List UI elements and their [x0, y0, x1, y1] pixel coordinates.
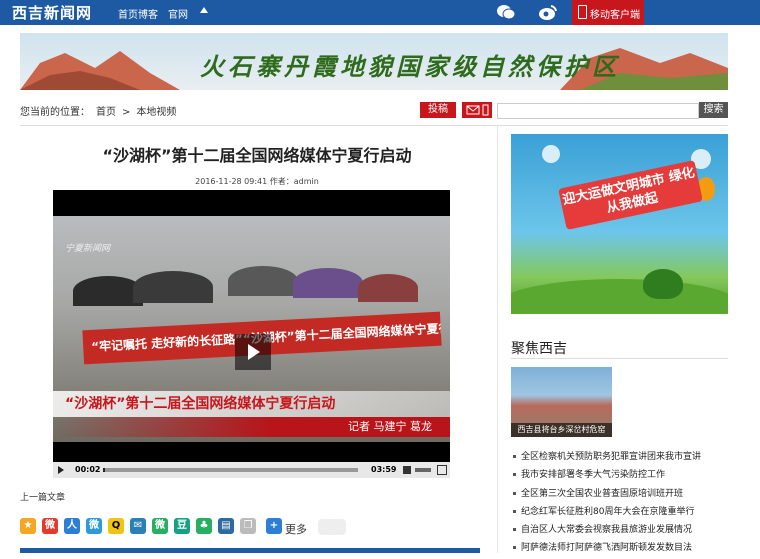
- breadcrumb-current[interactable]: 本地视频: [136, 107, 176, 118]
- caret-up-icon[interactable]: [200, 7, 208, 13]
- email-share-icon[interactable]: ✉: [130, 518, 146, 534]
- clover-icon[interactable]: ♣: [196, 518, 212, 534]
- submit-article-button[interactable]: 投稿: [420, 102, 456, 118]
- site-logo[interactable]: 西吉新闻网: [12, 2, 92, 23]
- nav-official[interactable]: 官网: [168, 6, 188, 21]
- news-item[interactable]: 自治区人大常委会视察我县旅游业发展情况: [511, 522, 728, 540]
- video-controls: 00:02 03:59: [53, 462, 450, 478]
- focus-section-title: 聚焦西吉: [511, 341, 567, 357]
- divider: [20, 125, 728, 126]
- search-button[interactable]: 搜索: [699, 102, 728, 118]
- bottom-bar: [20, 548, 480, 553]
- news-item[interactable]: 纪念红军长征胜利80周年大会在京隆重举行: [511, 504, 728, 522]
- ad-decoration: [511, 145, 728, 314]
- focus-divider: [511, 358, 728, 359]
- video-caption: “沙湖杯”第十二届全国网络媒体宁夏行启动: [53, 391, 450, 417]
- breadcrumb-separator: >: [122, 107, 131, 118]
- column-divider: [497, 126, 498, 553]
- focus-image[interactable]: 西吉县将台乡深岔村危窑: [511, 367, 612, 437]
- sidebar-ad[interactable]: 迎大运做文明城市 绿化从我做起: [511, 134, 728, 314]
- play-overlay-icon[interactable]: [235, 334, 271, 370]
- news-item[interactable]: 全区第三次全国农业普查固原培训班开班: [511, 486, 728, 504]
- article-title: “沙湖杯”第十二届全国网络媒体宁夏行启动: [102, 146, 412, 165]
- video-reporter: 记者 马建宁 葛龙: [53, 417, 450, 437]
- copy-icon[interactable]: ❐: [240, 518, 256, 534]
- focus-caption[interactable]: 西吉县将台乡深岔村危窑: [511, 423, 612, 437]
- weibo-icon[interactable]: [538, 3, 558, 21]
- renren-icon[interactable]: 人: [64, 518, 80, 534]
- progress-track[interactable]: [103, 468, 358, 472]
- previous-article-link[interactable]: 上一篇文章: [20, 490, 65, 503]
- wechat-share-icon[interactable]: 微: [152, 518, 168, 534]
- volume-icon[interactable]: [403, 466, 411, 474]
- banner-text: 火石寨丹霞地貌国家级自然保护区: [200, 52, 620, 81]
- breadcrumb: 您当前的位置： 首页 > 本地视频: [20, 103, 182, 118]
- mail-icon[interactable]: [462, 102, 492, 118]
- top-bar: 西吉新闻网 首页 博客 官网 移动客户端: [0, 0, 760, 25]
- search-input[interactable]: [497, 103, 699, 119]
- douban-icon[interactable]: 豆: [174, 518, 190, 534]
- duration: 03:59: [371, 465, 397, 474]
- tree-illustration: [643, 269, 683, 299]
- tencent-weibo-icon[interactable]: 微: [86, 518, 102, 534]
- volume-slider[interactable]: [415, 468, 431, 472]
- qq-icon[interactable]: Q: [108, 518, 124, 534]
- sina-weibo-icon[interactable]: 微: [42, 518, 58, 534]
- news-list: 全区检察机关预防职务犯罪宣讲团来我市宣讲 我市安排部署冬季大气污染防控工作 全区…: [511, 449, 728, 559]
- header-banner[interactable]: 火石寨丹霞地貌国家级自然保护区: [20, 33, 728, 90]
- print-icon[interactable]: ▤: [218, 518, 234, 534]
- share-count: [318, 519, 346, 535]
- news-item[interactable]: 我市安排部署冬季大气污染防控工作: [511, 467, 728, 485]
- video-frame[interactable]: 宁夏新闻网 “牢记嘱托 走好新的长征路”“沙湖杯”第十二届全国网络媒体宁夏行 “…: [53, 216, 450, 442]
- wechat-icon[interactable]: [496, 3, 516, 21]
- news-item[interactable]: 阿萨德法师打阿萨德飞洒阿斯顿发发数目法: [511, 540, 728, 558]
- phone-icon: [578, 5, 587, 19]
- breadcrumb-prefix: 您当前的位置：: [20, 107, 90, 118]
- progress-fill: [103, 468, 106, 472]
- news-item[interactable]: 全区检察机关预防职务犯罪宣讲团来我市宣讲: [511, 449, 728, 467]
- article-meta: 2016-11-28 09:41 作者：admin: [195, 177, 319, 186]
- nav-home[interactable]: 首页: [118, 6, 138, 21]
- current-time: 00:02: [75, 465, 101, 474]
- video-watermark: 宁夏新闻网: [65, 244, 111, 254]
- more-share-label[interactable]: 更多: [285, 521, 307, 537]
- fullscreen-icon[interactable]: [437, 465, 447, 475]
- mobile-client-label: 移动客户端: [590, 10, 640, 21]
- video-player[interactable]: 宁夏新闻网 “牢记嘱托 走好新的长征路”“沙湖杯”第十二届全国网络媒体宁夏行 “…: [53, 190, 450, 478]
- breadcrumb-home[interactable]: 首页: [96, 107, 116, 118]
- play-icon[interactable]: [58, 466, 64, 474]
- more-share-icon[interactable]: +: [266, 518, 282, 534]
- nav-blog[interactable]: 博客: [138, 6, 158, 21]
- mobile-client-button[interactable]: 移动客户端: [572, 0, 644, 25]
- qzone-icon[interactable]: ★: [20, 518, 36, 534]
